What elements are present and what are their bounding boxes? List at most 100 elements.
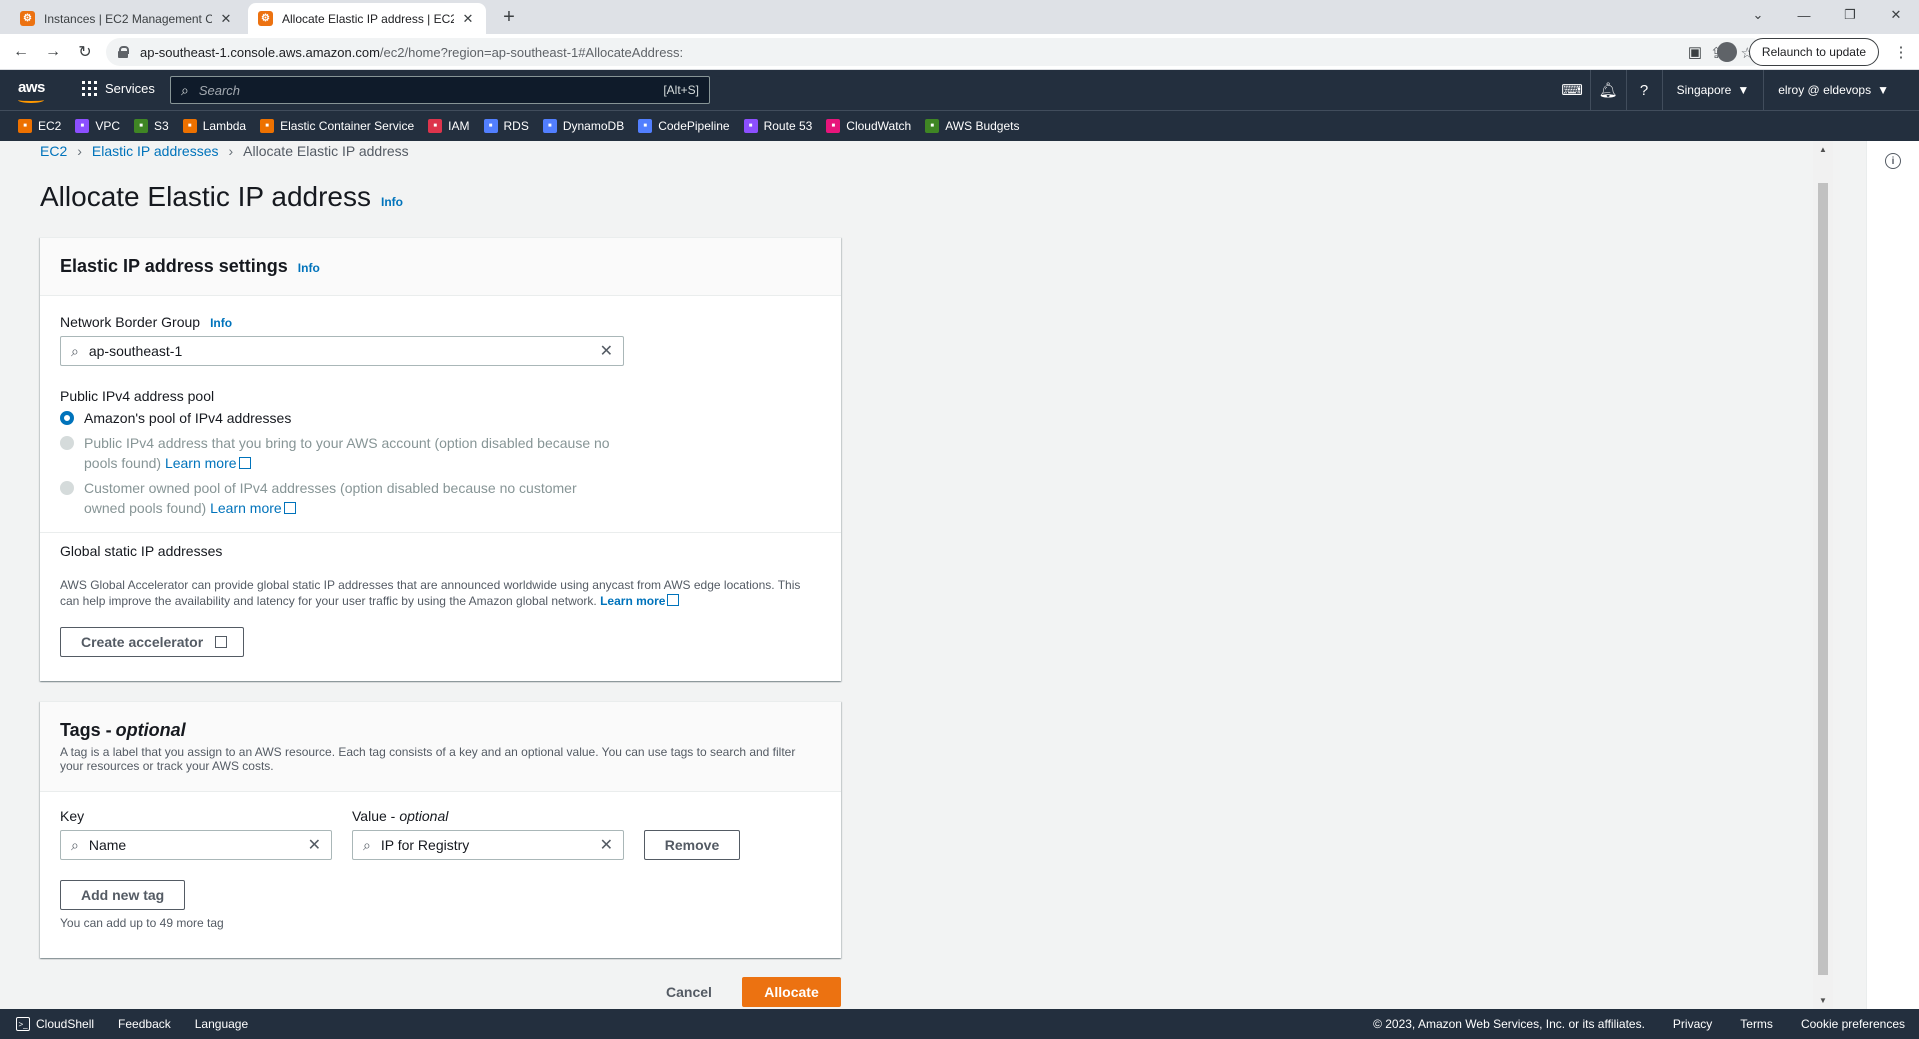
tags-panel-body: Key ⌕ Name ✕ Value - optional ⌕ IP for R… [40, 792, 841, 930]
add-new-tag-button[interactable]: Add new tag [60, 880, 186, 910]
restore-icon[interactable]: ❐ [1827, 0, 1873, 30]
pool-option-amazon[interactable]: Amazon's pool of IPv4 addresses [60, 408, 620, 428]
tag-value-column: Value - optional ⌕ IP for Registry ✕ [352, 808, 624, 860]
caret-down-icon: ▼ [1877, 83, 1889, 97]
radio-label: Customer owned pool of IPv4 addresses (o… [84, 480, 577, 516]
cloudshell-icon[interactable]: ⌨ [1555, 70, 1591, 110]
window-controls: ⌄ — ❐ ✕ [1735, 0, 1919, 30]
info-circle-icon[interactable]: i [1885, 153, 1901, 169]
favorites-bar: ■ EC2 ■ VPC ■ S3 ■ Lambda ■ Elastic Container Ser… [0, 110, 1919, 141]
dynamodb-icon: ■ [542, 119, 557, 133]
feedback-link[interactable]: Feedback [118, 1017, 171, 1031]
close-icon[interactable]: ✕ [218, 11, 234, 27]
region-selector[interactable]: Singapore ▼ [1663, 70, 1765, 110]
tag-value-input[interactable]: ⌕ IP for Registry ✕ [352, 830, 624, 860]
account-menu[interactable]: elroy @ eldevops ▼ [1764, 70, 1903, 110]
favorite-label: Elastic Container Service [280, 119, 415, 133]
breadcrumb: EC2 › Elastic IP addresses › Allocate El… [40, 143, 409, 159]
external-link-icon [215, 636, 228, 648]
rds-icon: ■ [483, 119, 498, 133]
help-icon[interactable]: ? [1627, 70, 1663, 110]
side-panel-icon[interactable]: ▣ [1685, 42, 1705, 62]
page-title-text: Allocate Elastic IP address [40, 181, 371, 212]
favorite-label: Lambda [202, 119, 247, 133]
radio-selected[interactable] [60, 411, 74, 425]
more-menu-icon[interactable]: ⋮ [1891, 42, 1911, 62]
relaunch-button[interactable]: Relaunch to update [1748, 38, 1879, 66]
favorite-route-53[interactable]: ■ Route 53 [743, 119, 812, 133]
scroll-up-icon[interactable]: ▲ [1819, 145, 1827, 154]
learn-more-link[interactable]: Learn more [210, 500, 282, 516]
aws-header: aws Services ⌕ Search [Alt+S] ⌨ 🔔︎ ? Sin… [0, 70, 1919, 110]
lambda-icon: ■ [182, 119, 197, 133]
back-icon[interactable]: ← [10, 41, 32, 63]
cookie-preferences-link[interactable]: Cookie preferences [1801, 1017, 1905, 1031]
codepipeline-icon: ■ [638, 119, 653, 133]
language-link[interactable]: Language [195, 1017, 248, 1031]
forward-icon[interactable]: → [42, 41, 64, 63]
browser-tabstrip: ⚙ Instances | EC2 Management Console ✕ ⚙… [0, 0, 1919, 34]
services-menu-button[interactable]: Services [82, 81, 155, 96]
new-tab-icon[interactable]: + [498, 6, 520, 28]
aws-logo[interactable]: aws [18, 79, 45, 103]
favorite-elastic-container-service[interactable]: ■ Elastic Container Service [260, 119, 414, 133]
scroll-down-icon[interactable]: ▼ [1819, 996, 1827, 1005]
breadcrumb-elastic-ips[interactable]: Elastic IP addresses [92, 143, 219, 159]
address-bar[interactable]: ap-southeast-1.console.aws.amazon.com/ec… [106, 38, 1766, 66]
favorite-s3[interactable]: ■ S3 [134, 119, 169, 133]
learn-more-link[interactable]: Learn more [600, 594, 665, 608]
aws-search-input[interactable]: ⌕ Search [Alt+S] [170, 76, 710, 104]
browser-tab-allocate[interactable]: ⚙ Allocate Elastic IP address | EC2 Mana… [248, 3, 486, 34]
favorite-label: S3 [154, 119, 169, 133]
page-scrollbar[interactable]: ▲ ▼ [1813, 141, 1833, 1009]
clear-icon[interactable]: ✕ [600, 341, 613, 361]
breadcrumb-ec2[interactable]: EC2 [40, 143, 67, 159]
info-link[interactable]: Info [210, 316, 232, 330]
allocate-button[interactable]: Allocate [742, 977, 841, 1007]
cloudshell-link[interactable]: >_ CloudShell [16, 1017, 94, 1031]
window-close-icon[interactable]: ✕ [1873, 0, 1919, 30]
terms-link[interactable]: Terms [1740, 1017, 1773, 1031]
info-link[interactable]: Info [381, 195, 403, 209]
favorite-iam[interactable]: ■ IAM [428, 119, 470, 133]
notifications-bell-icon[interactable]: 🔔︎ [1591, 70, 1627, 110]
browser-tab-instances[interactable]: ⚙ Instances | EC2 Management Console ✕ [10, 3, 244, 34]
clear-icon[interactable]: ✕ [308, 835, 321, 855]
ec2-icon: ■ [18, 119, 32, 133]
learn-more-link[interactable]: Learn more [165, 455, 237, 471]
favorite-ec2[interactable]: ■ EC2 [18, 119, 61, 133]
clear-icon[interactable]: ✕ [600, 835, 613, 855]
close-icon[interactable]: ✕ [460, 11, 476, 27]
chevron-right-icon: › [228, 143, 234, 159]
favorite-rds[interactable]: ■ RDS [483, 119, 529, 133]
favorite-cloudwatch[interactable]: ■ CloudWatch [826, 119, 911, 133]
route53-icon: ■ [743, 119, 758, 133]
create-accelerator-button[interactable]: Create accelerator [60, 627, 245, 657]
cloudshell-icon: >_ [16, 1017, 30, 1031]
favorite-lambda[interactable]: ■ Lambda [182, 119, 247, 133]
favorite-aws-budgets[interactable]: ■ AWS Budgets [925, 119, 1019, 133]
network-border-group-input[interactable]: ⌕ ap-southeast-1 ✕ [60, 336, 624, 366]
favorite-dynamodb[interactable]: ■ DynamoDB [542, 119, 624, 133]
global-static-description: AWS Global Accelerator can provide globa… [60, 578, 801, 608]
ecs-icon: ■ [260, 119, 275, 133]
tags-description: A tag is a label that you assign to an A… [60, 745, 796, 773]
profile-avatar-icon[interactable] [1716, 42, 1737, 62]
copyright-text: © 2023, Amazon Web Services, Inc. or its… [1373, 1017, 1645, 1031]
external-link-icon [238, 457, 251, 469]
remove-tag-button[interactable]: Remove [644, 830, 740, 860]
tab-search-icon[interactable]: ⌄ [1735, 0, 1781, 30]
reload-icon[interactable]: ↻ [74, 41, 96, 63]
favorite-codepipeline[interactable]: ■ CodePipeline [638, 119, 730, 133]
info-link[interactable]: Info [298, 261, 320, 275]
scrollbar-thumb[interactable] [1818, 183, 1828, 975]
vpc-icon: ■ [75, 119, 90, 133]
privacy-link[interactable]: Privacy [1673, 1017, 1712, 1031]
cloudwatch-icon: ■ [826, 119, 841, 133]
iam-icon: ■ [428, 119, 443, 133]
cancel-button[interactable]: Cancel [666, 977, 712, 1007]
favorite-vpc[interactable]: ■ VPC [75, 119, 120, 133]
tag-key-input[interactable]: ⌕ Name ✕ [60, 830, 332, 860]
minimize-icon[interactable]: — [1781, 0, 1827, 30]
budgets-icon: ■ [925, 119, 940, 133]
